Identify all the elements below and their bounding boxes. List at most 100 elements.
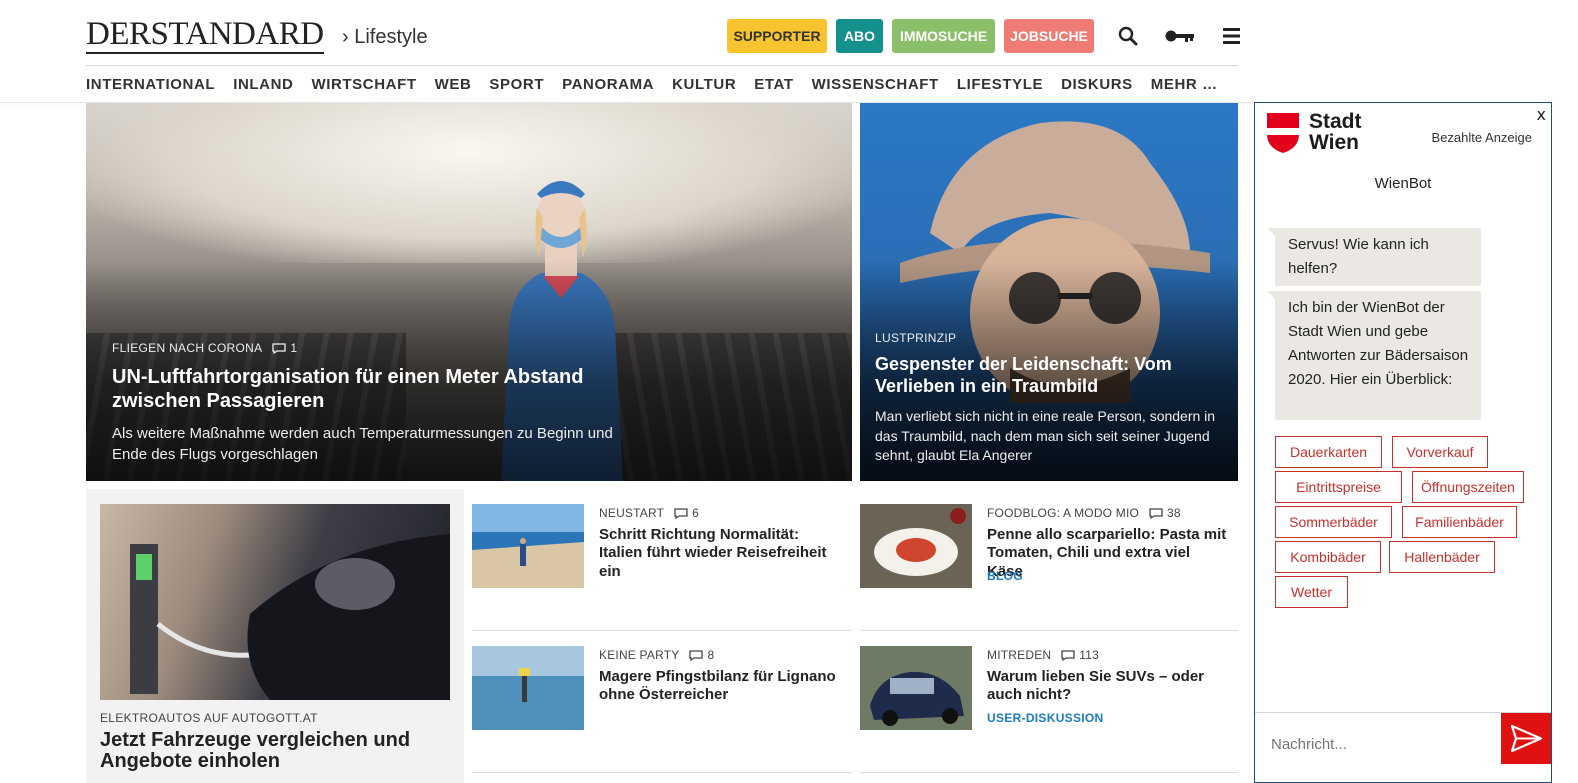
article-card[interactable]: NEUSTART 6 Schritt Richtung Normalität: … [472, 489, 852, 619]
ad-paid-label: Bezahlte Anzeige [1431, 130, 1532, 145]
cabin-ceiling-image [86, 103, 852, 263]
card-tag[interactable]: USER-DISKUSSION [987, 711, 1104, 725]
nav-item-web[interactable]: WEB [435, 67, 472, 103]
stadt-wien-logo-icon [1267, 113, 1299, 153]
comment-count[interactable]: 38 [1149, 506, 1181, 520]
comment-count[interactable]: 1 [272, 341, 297, 355]
nav-item-kultur[interactable]: KULTUR [672, 67, 736, 103]
card-kicker: NEUSTART 6 [599, 506, 699, 520]
send-button[interactable] [1501, 713, 1551, 764]
article-card[interactable]: KEINE PARTY 8 Magere Pfingstbilanz für L… [472, 631, 852, 761]
promo-kicker: ELEKTROAUTOS AUF AUTOGOTT.AT [100, 711, 318, 725]
comment-icon [674, 507, 688, 519]
nav-item-panorama[interactable]: PANORAMA [562, 67, 654, 103]
sea-thumbnail [472, 646, 584, 730]
ad-brand-line1: Stadt [1309, 110, 1362, 133]
comment-count[interactable]: 6 [674, 506, 699, 520]
nav-item-lifestyle[interactable]: LIFESTYLE [957, 67, 1043, 103]
comment-icon [689, 649, 704, 661]
send-icon [1510, 724, 1543, 753]
card-kicker: MITREDEN 113 [987, 648, 1099, 662]
hero-teaser: Als weitere Maßnahme werden auch Tempera… [112, 425, 613, 463]
chip-dauerkarten[interactable]: Dauerkarten [1275, 436, 1382, 468]
bot-message: Servus! Wie kann ich helfen? [1267, 228, 1481, 286]
nav-item-mehr[interactable]: MEHR … [1151, 67, 1218, 103]
hero-headline[interactable]: Gespenster der Leidenschaft: Vom Verlieb… [875, 354, 1230, 397]
chip-oeffnungszeiten[interactable]: Öffnungszeiten [1412, 471, 1524, 503]
section-breadcrumb[interactable]: › Lifestyle [342, 26, 428, 49]
ev-charging-image [100, 504, 450, 700]
hero-kicker-label: FLIEGEN NACH CORONA [112, 341, 263, 355]
card-headline[interactable]: Magere Pfingstbilanz für Lignano ohne Ös… [599, 668, 839, 705]
comment-count-value: 38 [1167, 506, 1181, 520]
message-composer [1255, 712, 1551, 782]
hero-kicker: LUSTPRINZIP [875, 331, 957, 345]
bot-message: Ich bin der WienBot der Stadt Wien und g… [1267, 291, 1481, 420]
chip-kombibaeder[interactable]: Kombibäder [1275, 541, 1381, 573]
card-kicker-label: FOODBLOG: A MODO MIO [987, 506, 1140, 520]
ad-title: WienBot [1374, 175, 1432, 192]
hero-headline[interactable]: UN-Luftfahrtorganisation für einen Meter… [112, 365, 652, 413]
comment-count-value: 6 [692, 506, 700, 520]
promo-article[interactable]: ELEKTROAUTOS AUF AUTOGOTT.AT Jetzt Fahrz… [86, 489, 464, 783]
abo-button[interactable]: ABO [836, 19, 883, 53]
nav-item-diskurs[interactable]: DISKURS [1061, 67, 1133, 103]
comment-count[interactable]: 8 [689, 648, 714, 662]
chip-vorverkauf[interactable]: Vorverkauf [1392, 436, 1488, 468]
card-tag[interactable]: BLOG [987, 569, 1023, 583]
chip-wetter[interactable]: Wetter [1275, 576, 1348, 608]
chip-eintrittspreise[interactable]: Eintrittspreise [1275, 471, 1402, 503]
hero-text: LUSTPRINZIP Gespenster der Leidenschaft:… [875, 331, 1230, 466]
nav-item-wissenschaft[interactable]: WISSENSCHAFT [812, 67, 939, 103]
search-icon[interactable] [1114, 22, 1144, 52]
immosuche-button[interactable]: IMMOSUCHE [892, 19, 995, 53]
nav-item-inland[interactable]: INLAND [233, 67, 293, 103]
card-divider [472, 772, 852, 773]
comment-count-value: 113 [1079, 648, 1100, 662]
nav-item-international[interactable]: INTERNATIONAL [86, 67, 215, 103]
hero-article-lustprinzip[interactable]: LUSTPRINZIP Gespenster der Leidenschaft:… [860, 103, 1238, 481]
comment-count-value: 8 [707, 648, 715, 662]
comment-count[interactable]: 113 [1061, 648, 1099, 662]
key-icon[interactable] [1163, 22, 1197, 52]
nav-item-etat[interactable]: ETAT [754, 67, 793, 103]
card-kicker-label: MITREDEN [987, 648, 1052, 662]
card-divider [472, 630, 852, 631]
card-kicker-label: NEUSTART [599, 506, 665, 520]
site-header: DERSTANDARD › Lifestyle SUPPORTER ABO IM… [86, 0, 1240, 66]
comment-icon [1149, 507, 1163, 519]
chip-sommerbaeder[interactable]: Sommerbäder [1275, 506, 1392, 538]
menu-icon[interactable] [1218, 22, 1248, 52]
card-headline[interactable]: Schritt Richtung Normalität: Italien füh… [599, 526, 839, 581]
pasta-thumbnail [860, 504, 972, 588]
suv-thumbnail [860, 646, 972, 730]
close-icon[interactable]: x [1537, 105, 1546, 124]
message-input[interactable] [1271, 736, 1491, 753]
site-logo[interactable]: DERSTANDARD [86, 16, 324, 54]
hero-text: FLIEGEN NACH CORONA 1 UN-Luftfahrtorgani… [112, 341, 652, 465]
nav-item-sport[interactable]: SPORT [489, 67, 544, 103]
chip-familienbaeder[interactable]: Familienbäder [1402, 506, 1517, 538]
card-kicker: KEINE PARTY 8 [599, 648, 714, 662]
card-kicker-label: KEINE PARTY [599, 648, 680, 662]
article-card[interactable]: FOODBLOG: A MODO MIO 38 Penne allo scarp… [860, 489, 1238, 619]
card-kicker: FOODBLOG: A MODO MIO 38 [987, 506, 1181, 520]
beach-thumbnail [472, 504, 584, 588]
hero-kicker: FLIEGEN NACH CORONA 1 [112, 341, 652, 355]
jobsuche-button[interactable]: JOBSUCHE [1004, 19, 1094, 53]
supporter-button[interactable]: SUPPORTER [727, 19, 827, 53]
article-card[interactable]: MITREDEN 113 Warum lieben Sie SUVs – ode… [860, 631, 1238, 761]
main-nav: INTERNATIONAL INLAND WIRTSCHAFT WEB SPOR… [86, 67, 1238, 103]
promo-headline[interactable]: Jetzt Fahrzeuge vergleichen und Angebote… [100, 729, 455, 772]
comment-count-value: 1 [290, 341, 298, 355]
wienbot-ad: x Stadt Wien Bezahlte Anzeige WienBot Se… [1254, 102, 1552, 783]
card-headline[interactable]: Warum lieben Sie SUVs – oder auch nicht? [987, 668, 1227, 705]
comment-icon [272, 342, 287, 354]
card-divider [860, 630, 1238, 631]
ad-brand: Stadt Wien [1309, 111, 1362, 153]
ad-brand-line2: Wien [1309, 131, 1359, 154]
chip-hallenbaeder[interactable]: Hallenbäder [1389, 541, 1495, 573]
hero-article-flight[interactable]: FLIEGEN NACH CORONA 1 UN-Luftfahrtorgani… [86, 103, 852, 481]
card-headline[interactable]: Penne allo scarpariello: Pasta mit Tomat… [987, 526, 1227, 581]
nav-item-wirtschaft[interactable]: WIRTSCHAFT [311, 67, 416, 103]
